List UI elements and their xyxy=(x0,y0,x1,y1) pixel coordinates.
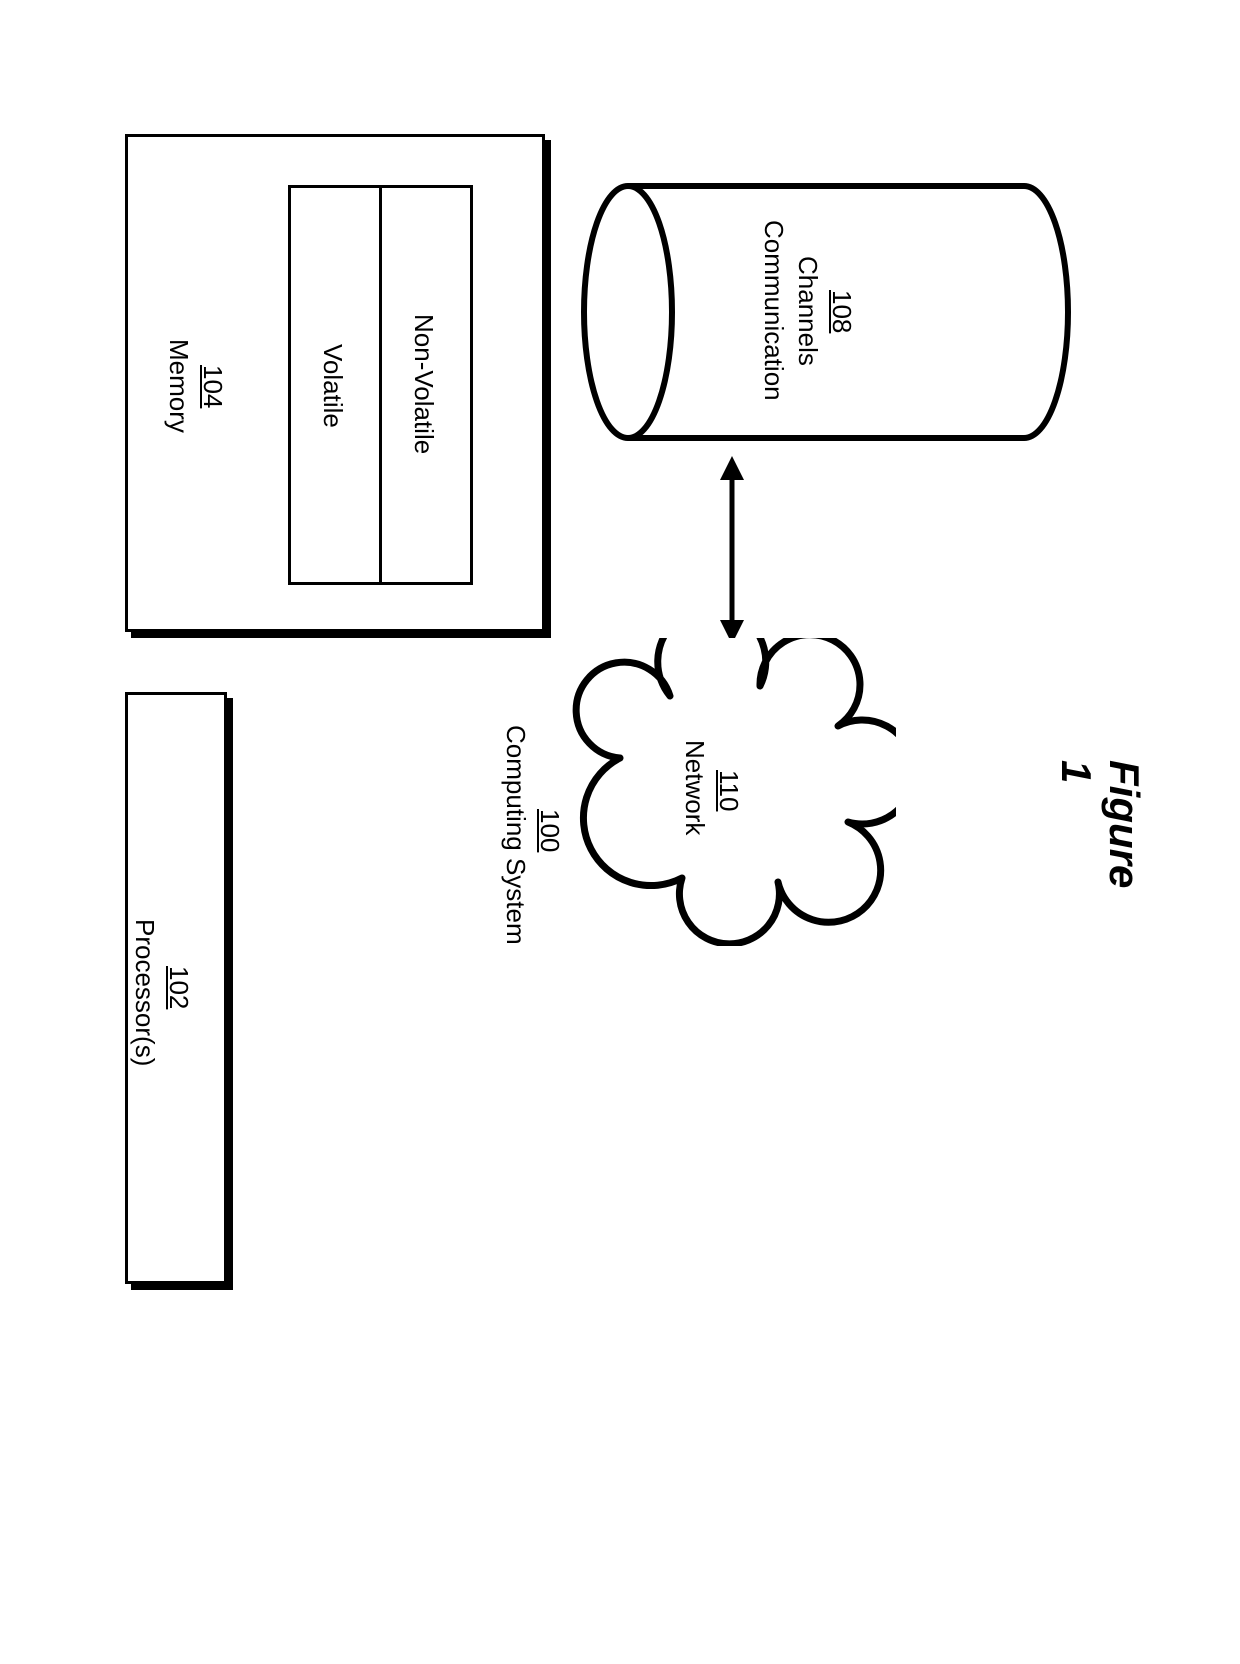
figure-canvas: Figure 1 Computing System 100 Processor(… xyxy=(0,0,1240,1664)
memory-nonvolatile-label: Non-Volatile xyxy=(408,314,441,454)
channels-ref: 108 xyxy=(826,290,859,333)
arrow-channels-network xyxy=(712,454,752,646)
figure-caption: Figure 1 xyxy=(1052,760,1148,888)
memory-title: Memory xyxy=(163,339,196,433)
memory-volatile-label: Volatile xyxy=(317,344,350,428)
system-title: Computing System xyxy=(500,725,533,945)
memory-ref: 104 xyxy=(197,365,230,408)
channels-title-1: Communication xyxy=(758,220,791,401)
processor-ref: 102 xyxy=(163,966,196,1009)
network-title: Network xyxy=(679,740,712,835)
processor-title: Processor(s) xyxy=(129,919,162,1066)
network-ref: 110 xyxy=(713,770,746,811)
channels-title-2: Channels xyxy=(792,256,825,366)
